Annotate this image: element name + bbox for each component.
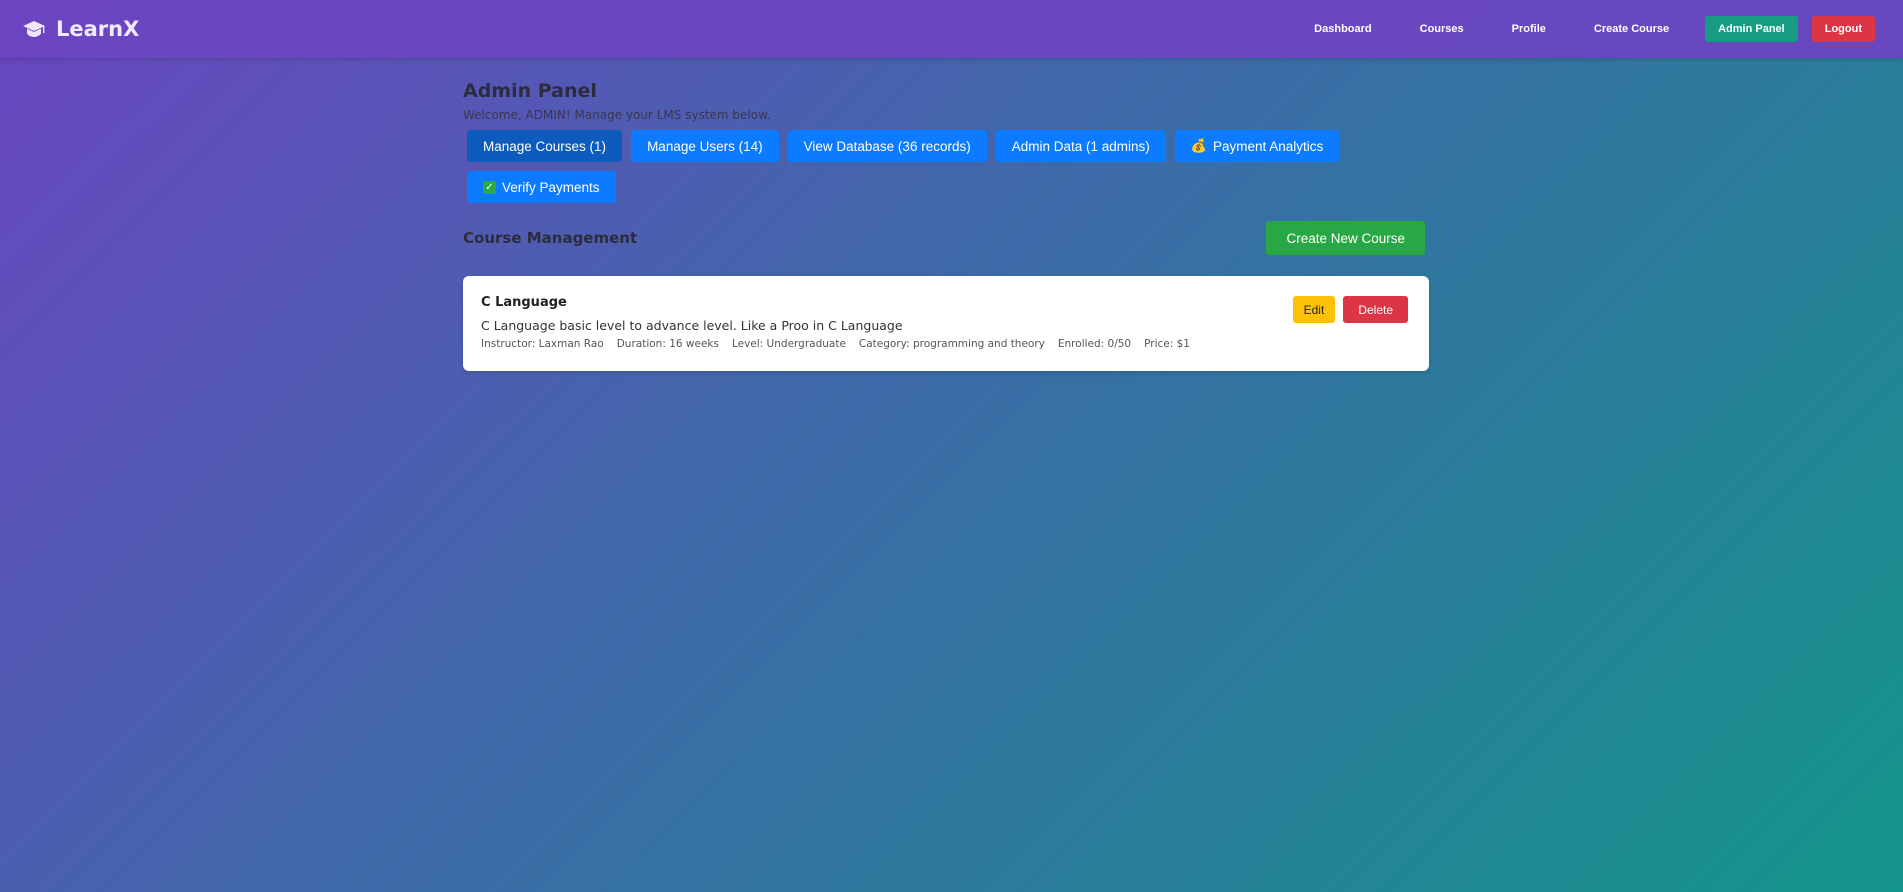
top-navbar: LearnX Dashboard Courses Profile Create … [0,0,1903,58]
course-meta: Instructor: Laxman Rao Duration: 16 week… [481,338,1409,350]
tab-label: Manage Users (14) [647,138,763,154]
course-price: Price: $1 [1144,338,1190,350]
money-bag-icon: 💰 [1190,138,1207,153]
tab-admin-data[interactable]: Admin Data (1 admins) [995,130,1166,162]
graduation-cap-icon [22,17,46,41]
course-name: C Language [481,295,567,310]
nav-profile[interactable]: Profile [1492,16,1566,42]
logout-button[interactable]: Logout [1811,16,1875,42]
brand-name: LearnX [56,17,140,41]
tab-payment-analytics[interactable]: 💰 Payment Analytics [1174,130,1340,162]
tab-label: Payment Analytics [1212,138,1324,154]
nav-links: Dashboard Courses Profile Create Course … [1294,16,1875,42]
tab-label: Verify Payments [502,179,600,195]
delete-course-button[interactable]: Delete [1343,296,1408,323]
course-duration: Duration: 16 weeks [616,338,719,350]
tab-label: Admin Data (1 admins) [1011,138,1150,154]
nav-create-course[interactable]: Create Course [1574,16,1689,42]
check-box-icon: ✓ [483,180,496,194]
course-description: C Language basic level to advance level.… [481,318,903,333]
tab-view-database[interactable]: View Database (36 records) [787,130,987,162]
tab-label: Manage Courses (1) [483,138,607,154]
tab-manage-courses[interactable]: Manage Courses (1) [467,130,623,162]
section-header: Course Management Create New Course [463,221,1425,255]
create-new-course-button[interactable]: Create New Course [1266,221,1425,255]
edit-course-button[interactable]: Edit [1292,296,1336,323]
main-content: Admin Panel Welcome, ADMIN! Manage your … [463,80,1429,371]
page-title: Admin Panel [463,80,597,102]
admin-panel-button[interactable]: Admin Panel [1705,16,1798,42]
tab-manage-users[interactable]: Manage Users (14) [631,130,779,162]
course-level: Level: Undergraduate [731,338,846,350]
welcome-message: Welcome, ADMIN! Manage your LMS system b… [463,108,771,122]
course-category: Category: programming and theory [858,338,1045,350]
brand[interactable]: LearnX [22,17,139,41]
nav-dashboard[interactable]: Dashboard [1294,16,1391,42]
tab-label: View Database (36 records) [803,138,971,154]
course-enrolled: Enrolled: 0/50 [1057,338,1132,350]
section-title: Course Management [463,229,638,247]
nav-courses[interactable]: Courses [1400,16,1484,42]
course-actions: Edit Delete [1292,296,1408,323]
tab-verify-payments[interactable]: ✓ Verify Payments [467,171,616,203]
course-instructor: Instructor: Laxman Rao [481,338,604,350]
course-card: C Language C Language basic level to adv… [463,276,1429,371]
admin-tab-bar: Manage Courses (1) Manage Users (14) Vie… [467,130,1347,203]
